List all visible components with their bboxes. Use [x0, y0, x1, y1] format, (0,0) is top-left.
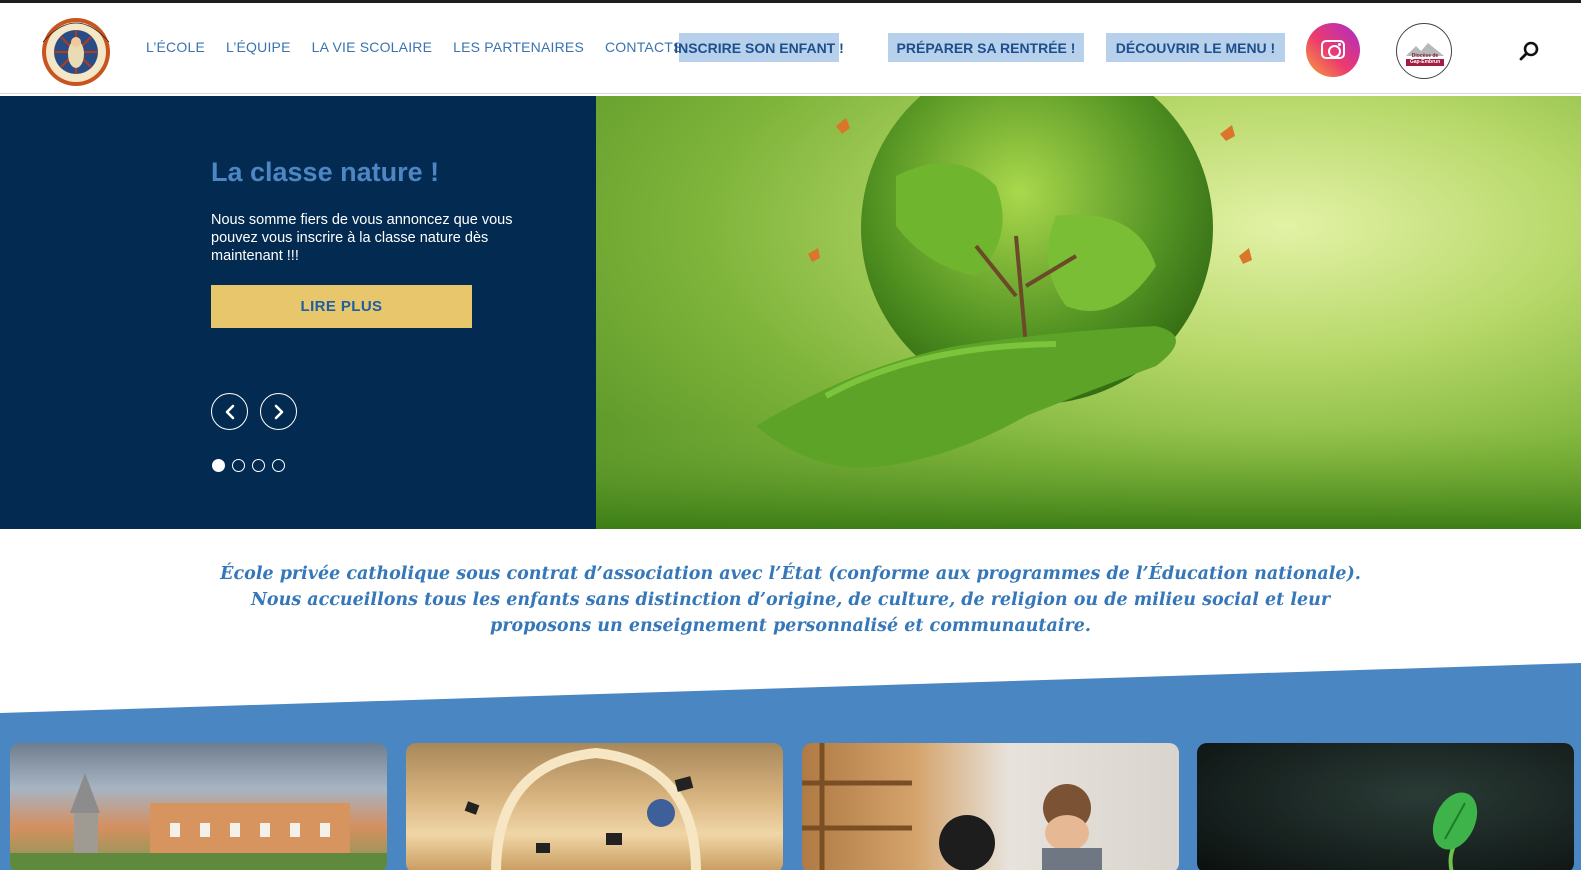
- chevron-left-icon: [225, 404, 234, 419]
- prev-slide-button[interactable]: [211, 393, 248, 430]
- read-more-button[interactable]: LIRE PLUS: [211, 285, 472, 328]
- instagram-icon[interactable]: [1306, 23, 1360, 77]
- search-icon[interactable]: [1519, 40, 1541, 62]
- slide-dot[interactable]: [252, 459, 265, 472]
- card-school-building[interactable]: [10, 743, 387, 870]
- camera-glyph: [1321, 40, 1345, 59]
- card-seedling[interactable]: [1197, 743, 1574, 870]
- chapel-graduation-photo: [464, 747, 701, 870]
- slide-indicators: [212, 459, 285, 472]
- slide-dot[interactable]: [272, 459, 285, 472]
- card-classroom[interactable]: [802, 743, 1179, 870]
- nav-partenaires[interactable]: LES PARTENAIRES: [453, 39, 584, 55]
- intro-text: École privée catholique sous contrat d’a…: [0, 561, 1581, 639]
- prepare-return-button[interactable]: PRÉPARER SA RENTRÉE !: [888, 33, 1084, 62]
- nav-vie-scolaire[interactable]: LA VIE SCOLAIRE: [312, 39, 433, 55]
- nav-equipe[interactable]: L’ÉQUIPE: [226, 39, 291, 55]
- slide-dot[interactable]: [212, 459, 225, 472]
- intro-line: École privée catholique sous contrat d’a…: [220, 564, 1361, 584]
- next-slide-button[interactable]: [260, 393, 297, 430]
- hero-image: [596, 96, 1581, 529]
- chevron-right-icon: [274, 404, 283, 419]
- seedling-photo: [1432, 792, 1478, 870]
- classroom-children-photo: [802, 743, 1102, 870]
- menu-button[interactable]: DÉCOUVRIR LE MENU !: [1106, 33, 1285, 62]
- intro-line: Nous accueillons tous les enfants sans d…: [250, 590, 1331, 610]
- nav-contacts[interactable]: CONTACTS: [605, 39, 683, 55]
- diocese-logo[interactable]: Diocèse de Gap-Embrun: [1396, 23, 1452, 79]
- slide-dot[interactable]: [232, 459, 245, 472]
- intro-line: proposons un enseignement personnalisé e…: [490, 616, 1091, 636]
- card-chapel-graduation[interactable]: [406, 743, 783, 870]
- site-header: L’ÉCOLE L’ÉQUIPE LA VIE SCOLAIRE LES PAR…: [0, 3, 1581, 94]
- diocese-name: Gap-Embrun: [1406, 59, 1444, 66]
- nav-ecole[interactable]: L’ÉCOLE: [146, 39, 205, 55]
- school-building-photo: [10, 773, 387, 870]
- hero-title: La classe nature !: [211, 157, 440, 187]
- school-logo[interactable]: [39, 12, 113, 88]
- enroll-button[interactable]: INSCRIRE SON ENFANT !: [674, 33, 844, 62]
- globe-in-hand-illustration: [596, 96, 1581, 529]
- hero-text: Nous somme fiers de vous annoncez que vo…: [211, 212, 513, 264]
- main-nav: L’ÉCOLE L’ÉQUIPE LA VIE SCOLAIRE LES PAR…: [146, 39, 704, 55]
